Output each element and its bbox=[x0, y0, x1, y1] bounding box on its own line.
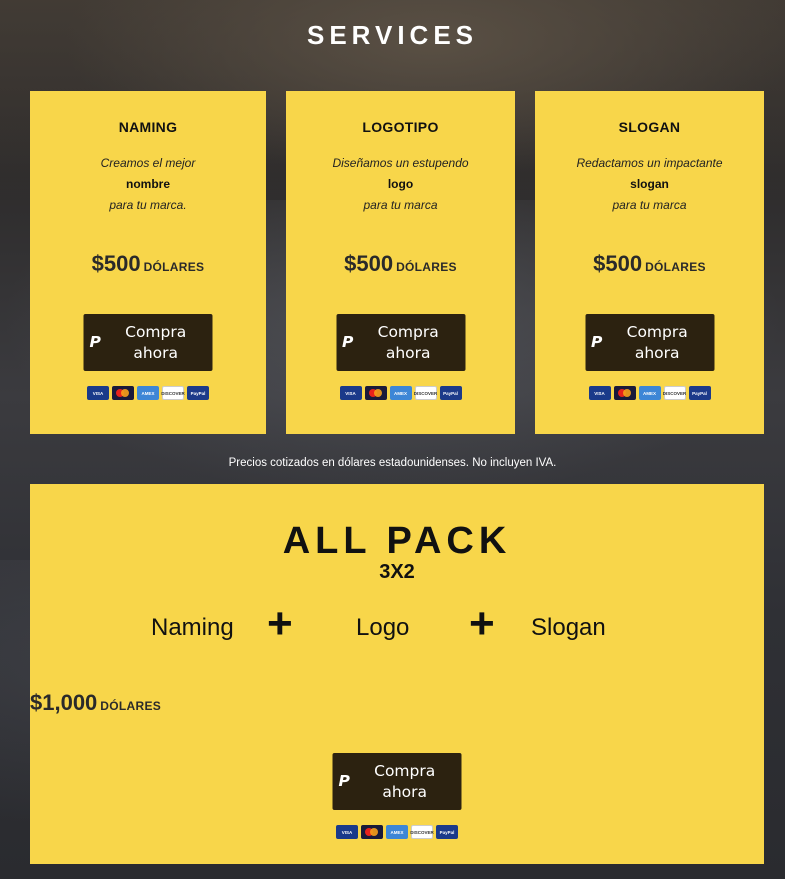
buy-now-button[interactable]: P Compra ahora bbox=[585, 314, 714, 371]
description-line: Creamos el mejor bbox=[100, 156, 196, 170]
pack-title: ALL PACK bbox=[282, 520, 512, 562]
plus-icon: + bbox=[267, 599, 293, 648]
mastercard-icon bbox=[361, 825, 383, 839]
pack-item-logo: Logo bbox=[356, 614, 410, 641]
price-amount: $500 bbox=[344, 251, 394, 276]
amex-icon: AMEX bbox=[137, 386, 159, 400]
plus-icon: + bbox=[469, 599, 495, 648]
service-name: LOGOTIPO bbox=[362, 119, 439, 135]
service-description: Diseñamos un estupendo logo para tu marc… bbox=[286, 153, 515, 216]
price-currency: DÓLARES bbox=[143, 260, 205, 274]
price-amount: $500 bbox=[91, 251, 141, 276]
visa-icon: VISA bbox=[336, 825, 358, 839]
paypal-card-icon: PayPal bbox=[688, 386, 711, 400]
service-price: $500 DÓLARES bbox=[30, 251, 266, 277]
service-price: $500 DÓLARES bbox=[535, 251, 764, 277]
amex-icon: AMEX bbox=[638, 386, 661, 400]
discover-icon: DISCOVER bbox=[161, 386, 185, 400]
service-card-logotipo: LOGOTIPO Diseñamos un estupendo logo par… bbox=[286, 91, 515, 434]
pack-item-slogan: Slogan bbox=[531, 614, 606, 641]
payment-methods: VISA AMEX DISCOVER PayPal bbox=[336, 825, 458, 839]
service-name: SLOGAN bbox=[618, 119, 681, 135]
pack-subtitle: 3X2 bbox=[379, 561, 415, 583]
discover-icon: DISCOVER bbox=[410, 825, 434, 839]
service-description: Creamos el mejor nombre para tu marca. bbox=[30, 153, 266, 216]
discover-icon: DISCOVER bbox=[663, 386, 686, 400]
amex-icon: AMEX bbox=[386, 825, 408, 839]
pack-buy-now-button[interactable]: P Compra ahora bbox=[332, 753, 462, 810]
all-pack-card: ALL PACK 3X2 Naming + Logo + Slogan $1,0… bbox=[30, 484, 764, 864]
paypal-icon: P bbox=[591, 333, 603, 351]
service-price: $500 DÓLARES bbox=[286, 251, 515, 277]
button-label: Compra ahora bbox=[626, 322, 688, 362]
section-title: SERVICES bbox=[306, 20, 478, 50]
button-label: Compra ahora bbox=[377, 322, 439, 362]
visa-icon: VISA bbox=[339, 386, 362, 400]
description-keyword: logo bbox=[387, 177, 414, 191]
service-description: Redactamos un impactante slogan para tu … bbox=[535, 153, 764, 216]
service-name: NAMING bbox=[118, 119, 178, 135]
paypal-card-icon: PayPal bbox=[187, 386, 209, 400]
price-currency: DÓLARES bbox=[645, 260, 706, 274]
payment-methods: VISA AMEX DISCOVER PayPal bbox=[339, 386, 462, 400]
button-label: Compra ahora bbox=[125, 322, 187, 362]
payment-methods: VISA AMEX DISCOVER PayPal bbox=[588, 386, 711, 400]
price-currency: DÓLARES bbox=[396, 260, 457, 274]
visa-icon: VISA bbox=[588, 386, 611, 400]
discover-icon: DISCOVER bbox=[414, 386, 437, 400]
mastercard-icon bbox=[364, 386, 387, 400]
service-card-slogan: SLOGAN Redactamos un impactante slogan p… bbox=[535, 91, 764, 434]
paypal-icon: P bbox=[342, 333, 354, 351]
description-line: Redactamos un impactante bbox=[576, 156, 723, 170]
description-line: para tu marca bbox=[612, 198, 687, 212]
amex-icon: AMEX bbox=[389, 386, 412, 400]
buy-now-button[interactable]: P Compra ahora bbox=[83, 314, 213, 371]
description-keyword: slogan bbox=[630, 177, 669, 191]
paypal-card-icon: PayPal bbox=[439, 386, 462, 400]
description-line: para tu marca bbox=[363, 198, 438, 212]
description-keyword: nombre bbox=[125, 177, 170, 191]
pack-item-naming: Naming bbox=[151, 614, 234, 641]
price-amount: $1,000 bbox=[30, 690, 98, 715]
payment-methods: VISA AMEX DISCOVER PayPal bbox=[87, 386, 209, 400]
visa-icon: VISA bbox=[87, 386, 109, 400]
paypal-icon: P bbox=[89, 333, 101, 351]
pricing-note: Precios cotizados en dólares estadounide… bbox=[228, 457, 557, 469]
description-line: para tu marca. bbox=[109, 198, 187, 212]
buy-now-button[interactable]: P Compra ahora bbox=[336, 314, 465, 371]
paypal-card-icon: PayPal bbox=[436, 825, 458, 839]
price-amount: $500 bbox=[593, 251, 643, 276]
mastercard-icon bbox=[112, 386, 134, 400]
description-line: Diseñamos un estupendo bbox=[332, 156, 469, 170]
mastercard-icon bbox=[613, 386, 636, 400]
service-card-naming: NAMING Creamos el mejor nombre para tu m… bbox=[30, 91, 266, 434]
button-label: Compra ahora bbox=[374, 761, 436, 801]
price-currency: DÓLARES bbox=[100, 699, 162, 713]
pack-price: $1,000 DÓLARES bbox=[30, 690, 764, 716]
paypal-icon: P bbox=[338, 772, 350, 790]
